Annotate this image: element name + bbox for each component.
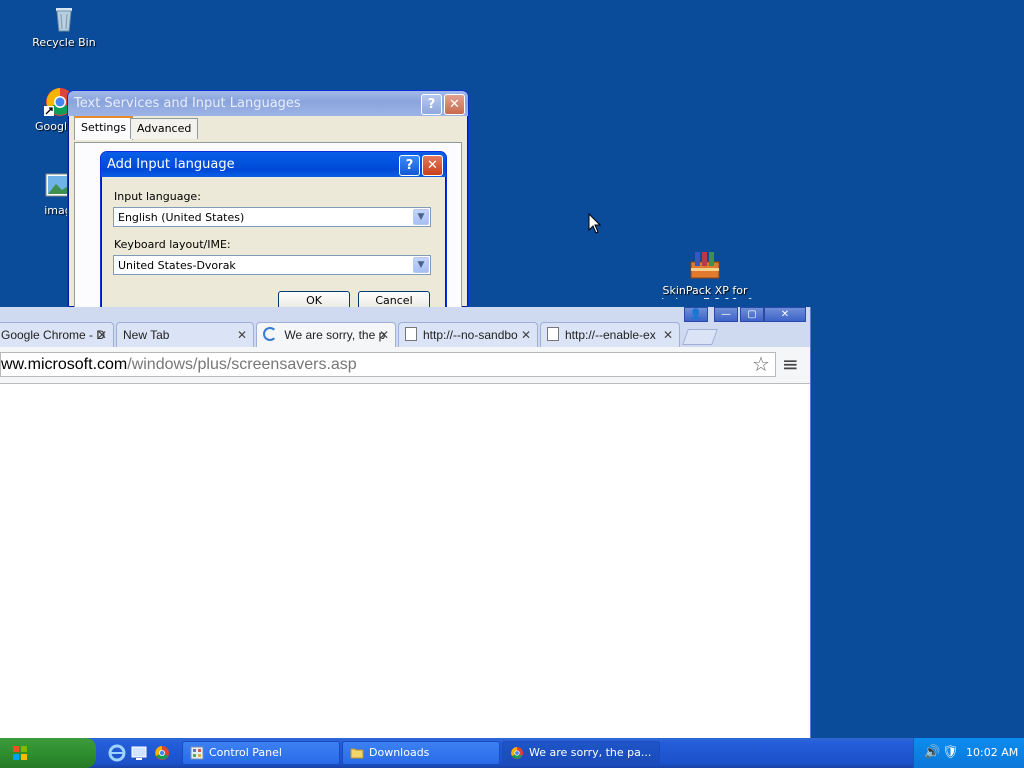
address-host: ww.microsoft.com <box>1 356 128 373</box>
input-language-select[interactable]: English (United States) ▼ <box>113 207 431 227</box>
tab-close-icon[interactable]: ✕ <box>663 323 673 347</box>
system-tray: 🔊 🛡 10:02 AM <box>913 738 1024 768</box>
maximize-button[interactable]: ▢ <box>740 307 764 322</box>
chrome-tab[interactable]: Google Chrome - D ✕ <box>0 322 114 347</box>
taskbar-task-chrome[interactable]: We are sorry, the pa... <box>502 741 660 765</box>
input-language-value: English (United States) <box>118 211 245 224</box>
new-tab-button[interactable] <box>682 329 718 345</box>
dialog-title: Add Input language <box>107 157 235 172</box>
taskbar-task-downloads[interactable]: Downloads <box>342 741 500 765</box>
folder-icon <box>350 748 364 759</box>
tab-label: Google Chrome - D <box>1 328 106 342</box>
chrome-tabstrip: 👤 — ▢ ✕ Google Chrome - D ✕ New Tab ✕ We… <box>0 307 810 347</box>
tab-settings[interactable]: Settings <box>74 116 134 140</box>
mouse-cursor-icon <box>588 213 602 234</box>
start-button[interactable] <box>0 738 96 768</box>
task-label: Control Panel <box>209 746 282 759</box>
tab-label: http://--enable-ex <box>565 328 656 342</box>
text-services-titlebar[interactable]: Text Services and Input Languages ? ✕ <box>68 91 468 116</box>
tab-close-icon[interactable]: ✕ <box>379 323 389 347</box>
chrome-tab-active[interactable]: We are sorry, the p ✕ <box>256 322 396 347</box>
chevron-down-icon[interactable]: ▼ <box>413 257 429 273</box>
keyboard-layout-select[interactable]: United States-Dvorak ▼ <box>113 255 431 275</box>
chrome-tab[interactable]: New Tab ✕ <box>116 322 254 347</box>
tab-label: We are sorry, the p <box>284 328 386 342</box>
tab-advanced[interactable]: Advanced <box>130 118 199 139</box>
tab-close-icon[interactable]: ✕ <box>237 323 247 347</box>
show-desktop-icon[interactable] <box>131 745 147 761</box>
desktop-icon-skinpack[interactable]: SkinPack XP for windows 7,8,10 sfx <box>640 250 770 299</box>
add-input-titlebar[interactable]: Add Input language ? ✕ <box>101 152 446 177</box>
chevron-down-icon[interactable]: ▼ <box>413 209 429 225</box>
bookmark-star-icon[interactable]: ☆ <box>752 352 770 376</box>
page-icon <box>405 327 417 341</box>
keyboard-layout-label: Keyboard layout/IME: <box>114 238 231 251</box>
task-label: We are sorry, the pa... <box>529 746 652 759</box>
profile-button[interactable]: 👤 <box>684 307 708 322</box>
close-button[interactable]: ✕ <box>444 94 465 115</box>
close-button[interactable]: ✕ <box>764 307 806 322</box>
loading-spinner-icon <box>263 327 277 341</box>
chrome-icon <box>511 747 523 759</box>
control-panel-icon <box>190 746 204 760</box>
taskbar: Control Panel Downloads We are sorry, th… <box>0 738 1024 768</box>
help-button[interactable]: ? <box>399 155 420 176</box>
recycle-bin-icon <box>48 2 80 34</box>
tab-label: New Tab <box>123 328 170 342</box>
close-button[interactable]: ✕ <box>422 155 443 176</box>
desktop-icon-recycle-bin[interactable]: Recycle Bin <box>19 2 109 49</box>
minimize-button[interactable]: — <box>714 307 738 322</box>
volume-icon[interactable]: 🔊 <box>924 738 940 768</box>
address-bar[interactable]: ww.microsoft.com/windows/plus/screensave… <box>0 352 776 377</box>
page-icon <box>547 327 559 341</box>
address-path: /windows/plus/screensavers.asp <box>127 356 357 373</box>
chrome-tab[interactable]: http://--no-sandbo ✕ <box>398 322 538 347</box>
tab-label: http://--no-sandbo <box>423 328 518 342</box>
menu-icon[interactable]: ≡ <box>782 352 799 376</box>
input-language-label: Input language: <box>114 190 201 203</box>
page-content <box>0 384 808 738</box>
chrome-window: 👤 — ▢ ✕ Google Chrome - D ✕ New Tab ✕ We… <box>0 307 811 738</box>
windows-logo-icon <box>13 746 27 760</box>
desktop-icon-label: SkinPack XP for windows 7,8,10 sfx <box>652 285 758 299</box>
clock[interactable]: 10:02 AM <box>966 738 1018 768</box>
keyboard-layout-value: United States-Dvorak <box>118 259 236 272</box>
desktop-icon-label: Recycle Bin <box>32 36 96 49</box>
chrome-icon[interactable] <box>154 745 170 761</box>
tab-close-icon[interactable]: ✕ <box>521 323 531 347</box>
chrome-tab[interactable]: http://--enable-ex ✕ <box>540 322 680 347</box>
task-label: Downloads <box>369 746 430 759</box>
taskbar-task-control-panel[interactable]: Control Panel <box>182 741 340 765</box>
window-title: Text Services and Input Languages <box>74 96 301 111</box>
toolbar: ww.microsoft.com/windows/plus/screensave… <box>0 347 810 384</box>
archive-icon <box>689 250 721 282</box>
quick-launch <box>104 744 176 762</box>
internet-explorer-icon[interactable] <box>108 744 126 762</box>
tab-close-icon[interactable]: ✕ <box>97 323 107 347</box>
security-shield-icon[interactable]: 🛡 <box>942 738 959 768</box>
help-button[interactable]: ? <box>421 94 442 115</box>
add-input-language-dialog: Add Input language ? ✕ Input language: E… <box>100 151 447 313</box>
